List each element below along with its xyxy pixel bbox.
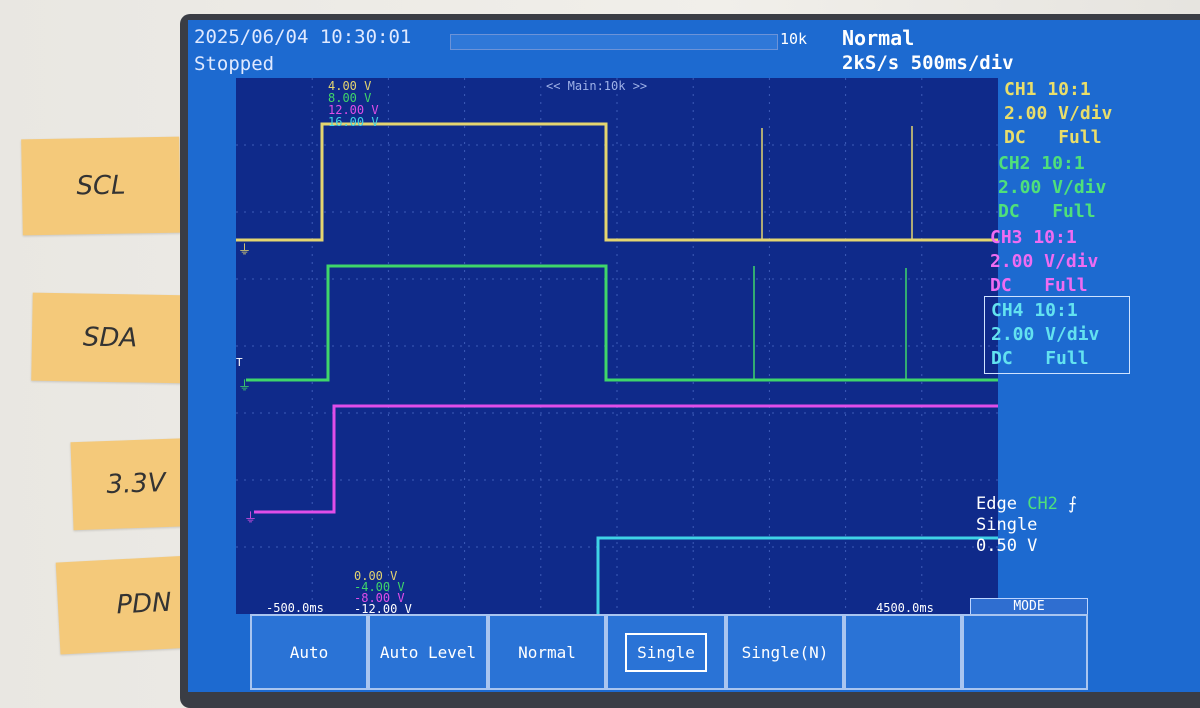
ch4-settings[interactable]: CH4 10:1 2.00 V/div DC Full <box>984 296 1130 374</box>
softkey-mode[interactable] <box>962 614 1088 690</box>
ch1-scale: 2.00 V/div <box>1004 103 1113 124</box>
trigger-settings[interactable]: Edge CH2 ⨍ Single 0.50 V <box>976 494 1077 557</box>
graticule-grid <box>236 78 998 614</box>
ch1-ground-marker: ⏚ <box>238 243 251 258</box>
timestamp: 2025/06/04 10:30:01 <box>194 26 412 48</box>
softkey-label: Auto <box>289 642 329 662</box>
main-zoom-indicator: << Main:10k >> <box>546 79 648 93</box>
softkey-single-n[interactable]: Single(N) <box>726 614 844 690</box>
tape-text: 3.3V <box>105 467 167 501</box>
ch3-bandwidth: Full <box>1044 275 1088 296</box>
softkey-single[interactable]: Single <box>606 614 726 690</box>
waveform-display[interactable]: ⏚ ⏚ ⏚ T << Main:10k >> 4.00 V 8.00 V 12.… <box>236 78 998 615</box>
acquisition-status: Stopped <box>194 53 275 75</box>
record-position-bar <box>450 34 778 50</box>
ch1-bandwidth: Full <box>1058 127 1102 148</box>
softkey-empty[interactable] <box>844 614 962 690</box>
ch2-ground-marker: ⏚ <box>238 379 251 394</box>
ch2-trace <box>246 264 998 382</box>
rising-edge-icon: ⨍ <box>1068 494 1078 514</box>
trigger-sweep-mode: Single <box>976 515 1038 535</box>
ch4-coupling: DC <box>991 348 1013 369</box>
ch4-scale: 2.00 V/div <box>991 324 1100 345</box>
ch3-name: CH3 10:1 <box>990 227 1077 248</box>
ch3-ground-marker: ⏚ <box>244 511 257 526</box>
ch1-name: CH1 10:1 <box>1004 79 1091 100</box>
ch4-name: CH4 10:1 <box>991 300 1078 321</box>
oscilloscope-screen: 2025/06/04 10:30:01 Stopped 10k Normal 2… <box>188 20 1200 692</box>
time-start-label: -500.0ms <box>266 601 324 615</box>
record-length: 10k <box>780 30 808 48</box>
ch2-coupling: DC <box>998 201 1020 222</box>
softkey-bar: Auto Auto Level Normal Single Single(N) <box>250 614 1088 690</box>
softkey-label: Auto Level <box>379 642 477 662</box>
ch3-settings[interactable]: CH3 10:1 2.00 V/div DC Full <box>990 226 1146 298</box>
time-end-label: 4500.0ms <box>876 601 934 615</box>
tape-label-sda: SDA <box>31 292 189 384</box>
ch3-coupling: DC <box>990 275 1012 296</box>
softkey-label: Normal <box>518 642 576 662</box>
softkey-auto-level[interactable]: Auto Level <box>368 614 488 690</box>
ch2-bandwidth: Full <box>1052 201 1096 222</box>
trigger-level-marker: T <box>236 356 243 369</box>
softkey-label: Single(N) <box>741 642 829 662</box>
ch3-scale: 2.00 V/div <box>990 251 1099 272</box>
ch2-settings[interactable]: CH2 10:1 2.00 V/div DC Full <box>998 152 1154 224</box>
softkey-normal[interactable]: Normal <box>488 614 606 690</box>
waveform-svg: ⏚ ⏚ ⏚ T <box>236 78 998 614</box>
sample-rate-readout: 2kS/s 500ms/div <box>842 52 1014 74</box>
trigger-mode-readout: Normal <box>842 26 915 50</box>
tape-text: PDN <box>115 587 173 621</box>
ch4-bandwidth: Full <box>1045 348 1089 369</box>
tape-text: SCL <box>76 170 126 202</box>
ch1-coupling: DC <box>1004 127 1026 148</box>
ch4-top-voltage: 16.00 V <box>328 115 379 129</box>
softkey-auto[interactable]: Auto <box>250 614 368 690</box>
ch2-scale: 2.00 V/div <box>998 177 1107 198</box>
softkey-label: Single <box>625 632 707 672</box>
ch3-trace <box>254 404 998 514</box>
trigger-level: 0.50 V <box>976 536 1038 556</box>
ch2-name: CH2 10:1 <box>998 153 1085 174</box>
trigger-type: Edge <box>976 494 1017 514</box>
tape-label-scl: SCL <box>21 136 181 236</box>
tape-text: SDA <box>82 322 138 354</box>
trigger-source: CH2 <box>1027 494 1058 514</box>
ch1-settings[interactable]: CH1 10:1 2.00 V/div DC Full <box>1004 78 1160 150</box>
